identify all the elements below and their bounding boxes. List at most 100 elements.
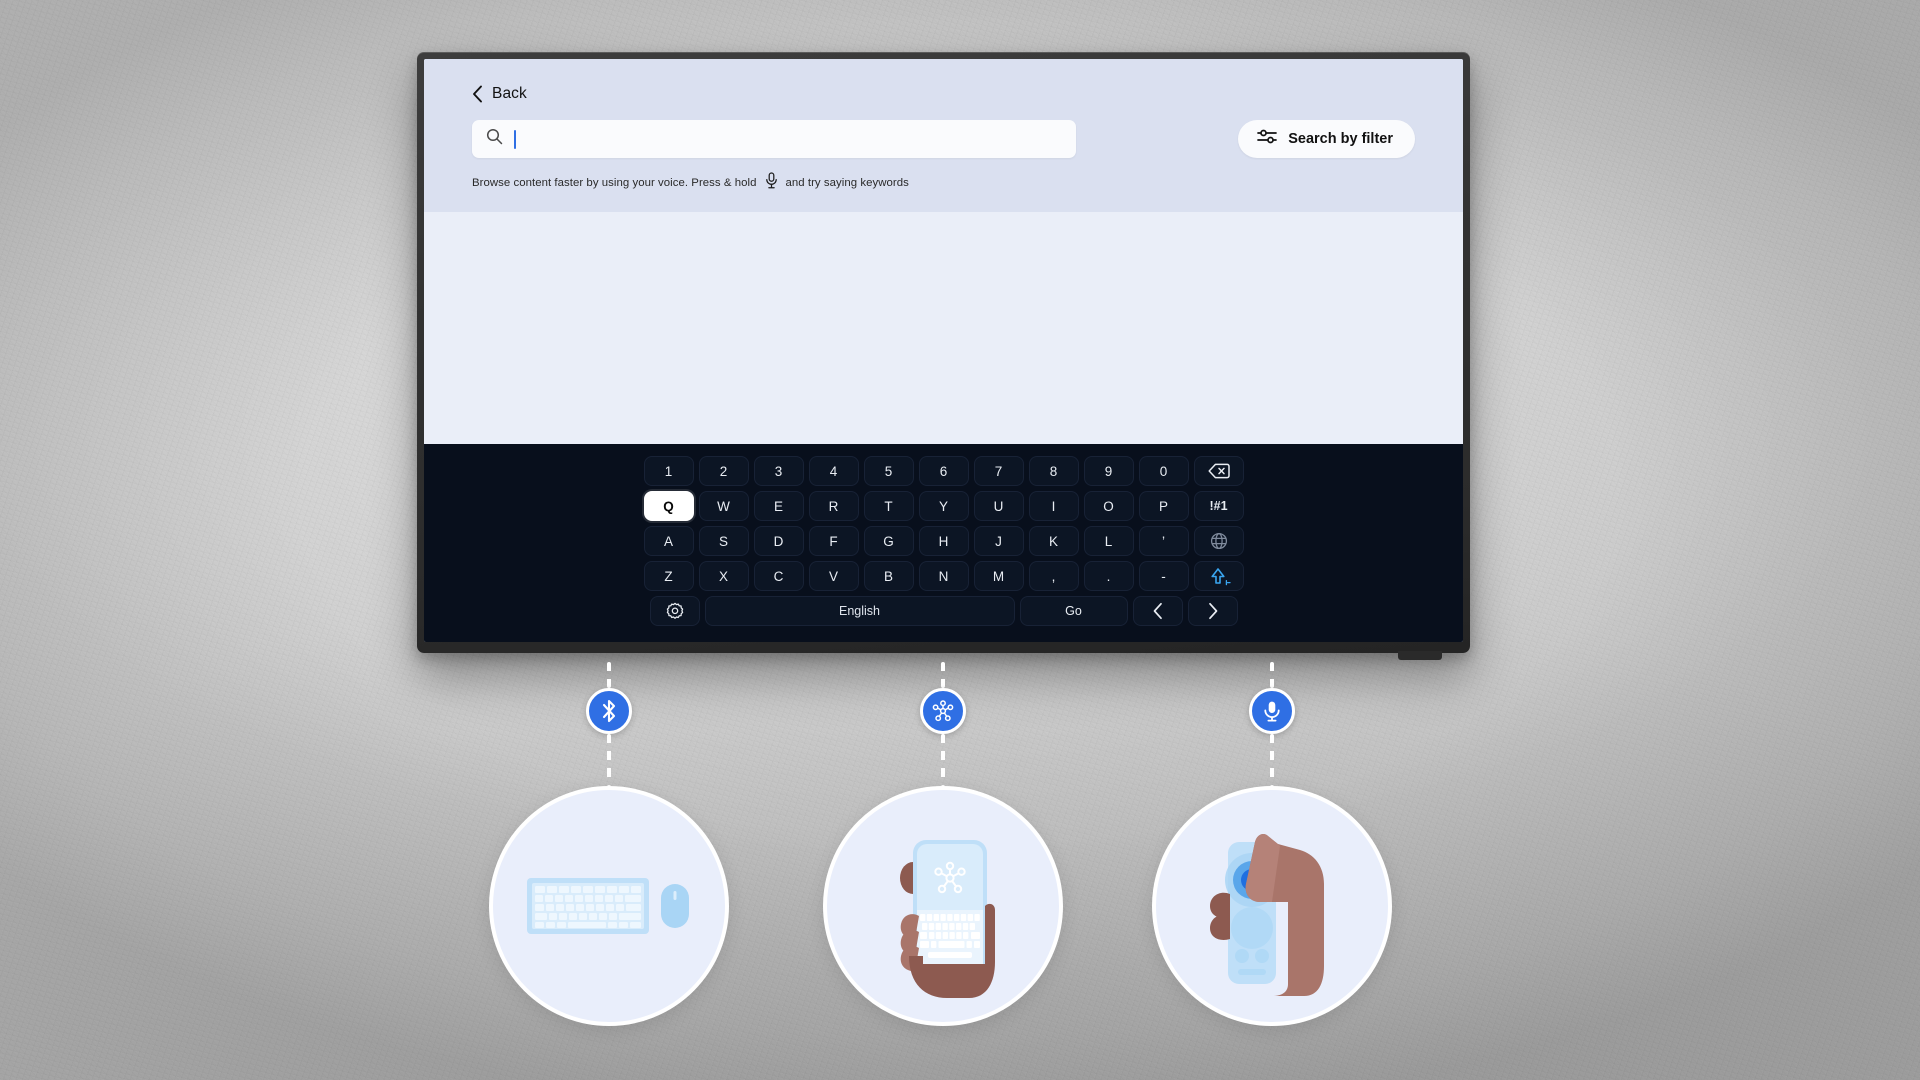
sliders-filter-icon: [1257, 129, 1278, 150]
key-q[interactable]: Q: [643, 491, 694, 521]
key-cursor-right[interactable]: [1187, 596, 1238, 626]
key-v[interactable]: V: [808, 561, 859, 591]
key-u[interactable]: U: [973, 491, 1024, 521]
key-3[interactable]: 3: [753, 456, 804, 486]
key-c[interactable]: C: [753, 561, 804, 591]
key-o[interactable]: O: [1083, 491, 1134, 521]
key-d[interactable]: D: [753, 526, 804, 556]
voice-callout: [1152, 662, 1392, 1026]
key-t[interactable]: T: [863, 491, 914, 521]
key-s[interactable]: S: [698, 526, 749, 556]
key-m[interactable]: M: [973, 561, 1024, 591]
key-4[interactable]: 4: [808, 456, 859, 486]
key-7-label: 7: [994, 463, 1003, 479]
key-language-globe[interactable]: [1193, 526, 1244, 556]
microphone-icon: [765, 172, 778, 194]
key-3-label: 3: [774, 463, 783, 479]
key-comma-label: ,: [1051, 568, 1056, 584]
key-2[interactable]: 2: [698, 456, 749, 486]
smartthings-callout: [823, 662, 1063, 1026]
gear-icon: [666, 602, 684, 620]
back-button[interactable]: Back: [472, 85, 527, 103]
key-settings[interactable]: [649, 596, 700, 626]
key-f-label: F: [829, 533, 838, 549]
key-1[interactable]: 1: [643, 456, 694, 486]
key-n-label: N: [938, 568, 949, 584]
key-hyphen[interactable]: -: [1138, 561, 1189, 591]
key-hyphen-label: -: [1161, 568, 1166, 584]
key-u-label: U: [993, 498, 1004, 514]
search-by-filter-button[interactable]: Search by filter: [1238, 120, 1415, 158]
bluetooth-callout: [489, 662, 729, 1026]
shift-icon: [1206, 566, 1232, 586]
key-spacebar[interactable]: English: [704, 596, 1015, 626]
key-symbols[interactable]: !#1: [1193, 491, 1244, 521]
callout-dashed-line-bottom: [607, 734, 611, 786]
search-results-area: [424, 212, 1463, 444]
key-j[interactable]: J: [973, 526, 1024, 556]
key-m-label: M: [992, 568, 1005, 584]
chevron-right-icon: [1207, 602, 1219, 620]
key-p[interactable]: P: [1138, 491, 1189, 521]
key-x[interactable]: X: [698, 561, 749, 591]
smartthings-badge[interactable]: [920, 688, 966, 734]
key-h[interactable]: H: [918, 526, 969, 556]
voice-hint: Browse content faster by using your voic…: [472, 172, 1415, 194]
key-b[interactable]: B: [863, 561, 914, 591]
callout-dashed-line-top: [941, 662, 945, 688]
key-6[interactable]: 6: [918, 456, 969, 486]
voice-hint-text-after: and try saying keywords: [785, 177, 909, 189]
key-f[interactable]: F: [808, 526, 859, 556]
key-b-label: B: [883, 568, 893, 584]
key-g[interactable]: G: [863, 526, 914, 556]
television-frame: Back Search by filter Browse content fas…: [417, 52, 1470, 660]
search-input[interactable]: [472, 120, 1076, 158]
callout-dashed-line-bottom: [1270, 734, 1274, 786]
callout-dashed-line-bottom: [941, 734, 945, 786]
key-d-label: D: [773, 533, 784, 549]
voice-badge[interactable]: [1249, 688, 1295, 734]
smartthings-node-icon: [930, 698, 956, 724]
text-cursor: [514, 129, 516, 149]
search-row: Search by filter: [472, 120, 1415, 158]
key-a[interactable]: A: [643, 526, 694, 556]
key-spacebar-label: English: [839, 604, 880, 618]
key-backspace[interactable]: [1193, 456, 1244, 486]
key-z[interactable]: Z: [643, 561, 694, 591]
key-l[interactable]: L: [1083, 526, 1134, 556]
callout-dashed-line-top: [1270, 662, 1274, 688]
key-9-label: 9: [1104, 463, 1113, 479]
key-n[interactable]: N: [918, 561, 969, 591]
key-8[interactable]: 8: [1028, 456, 1079, 486]
key-5-label: 5: [884, 463, 893, 479]
key-apostrophe[interactable]: ’: [1138, 526, 1189, 556]
key-y[interactable]: Y: [918, 491, 969, 521]
number-row: 1 2 3 4 5 6 7 8 9 0: [643, 456, 1244, 486]
on-screen-keyboard: 1 2 3 4 5 6 7 8 9 0 Q W E R T Y U I O P !#1 A S D F G H J K L ’ Z X C V B N M…: [424, 444, 1463, 642]
key-j-label: J: [995, 533, 1002, 549]
key-e[interactable]: E: [753, 491, 804, 521]
key-period[interactable]: .: [1083, 561, 1134, 591]
key-symbols-label: !#1: [1209, 499, 1228, 513]
key-7[interactable]: 7: [973, 456, 1024, 486]
key-k[interactable]: K: [1028, 526, 1079, 556]
key-e-label: E: [773, 498, 783, 514]
hand-holding-remote-illustration: [1152, 786, 1392, 1026]
bluetooth-badge[interactable]: [586, 688, 632, 734]
key-5[interactable]: 5: [863, 456, 914, 486]
key-w[interactable]: W: [698, 491, 749, 521]
key-comma[interactable]: ,: [1028, 561, 1079, 591]
key-r[interactable]: R: [808, 491, 859, 521]
key-i-label: I: [1051, 498, 1056, 514]
key-cursor-left[interactable]: [1132, 596, 1183, 626]
key-8-label: 8: [1049, 463, 1058, 479]
key-9[interactable]: 9: [1083, 456, 1134, 486]
key-shift[interactable]: [1193, 561, 1244, 591]
key-go-label: Go: [1065, 604, 1082, 618]
key-s-label: S: [718, 533, 728, 549]
key-i[interactable]: I: [1028, 491, 1079, 521]
tv-screen: Back Search by filter Browse content fas…: [424, 59, 1463, 642]
key-q-label: Q: [663, 498, 674, 514]
key-go[interactable]: Go: [1019, 596, 1128, 626]
key-0[interactable]: 0: [1138, 456, 1189, 486]
